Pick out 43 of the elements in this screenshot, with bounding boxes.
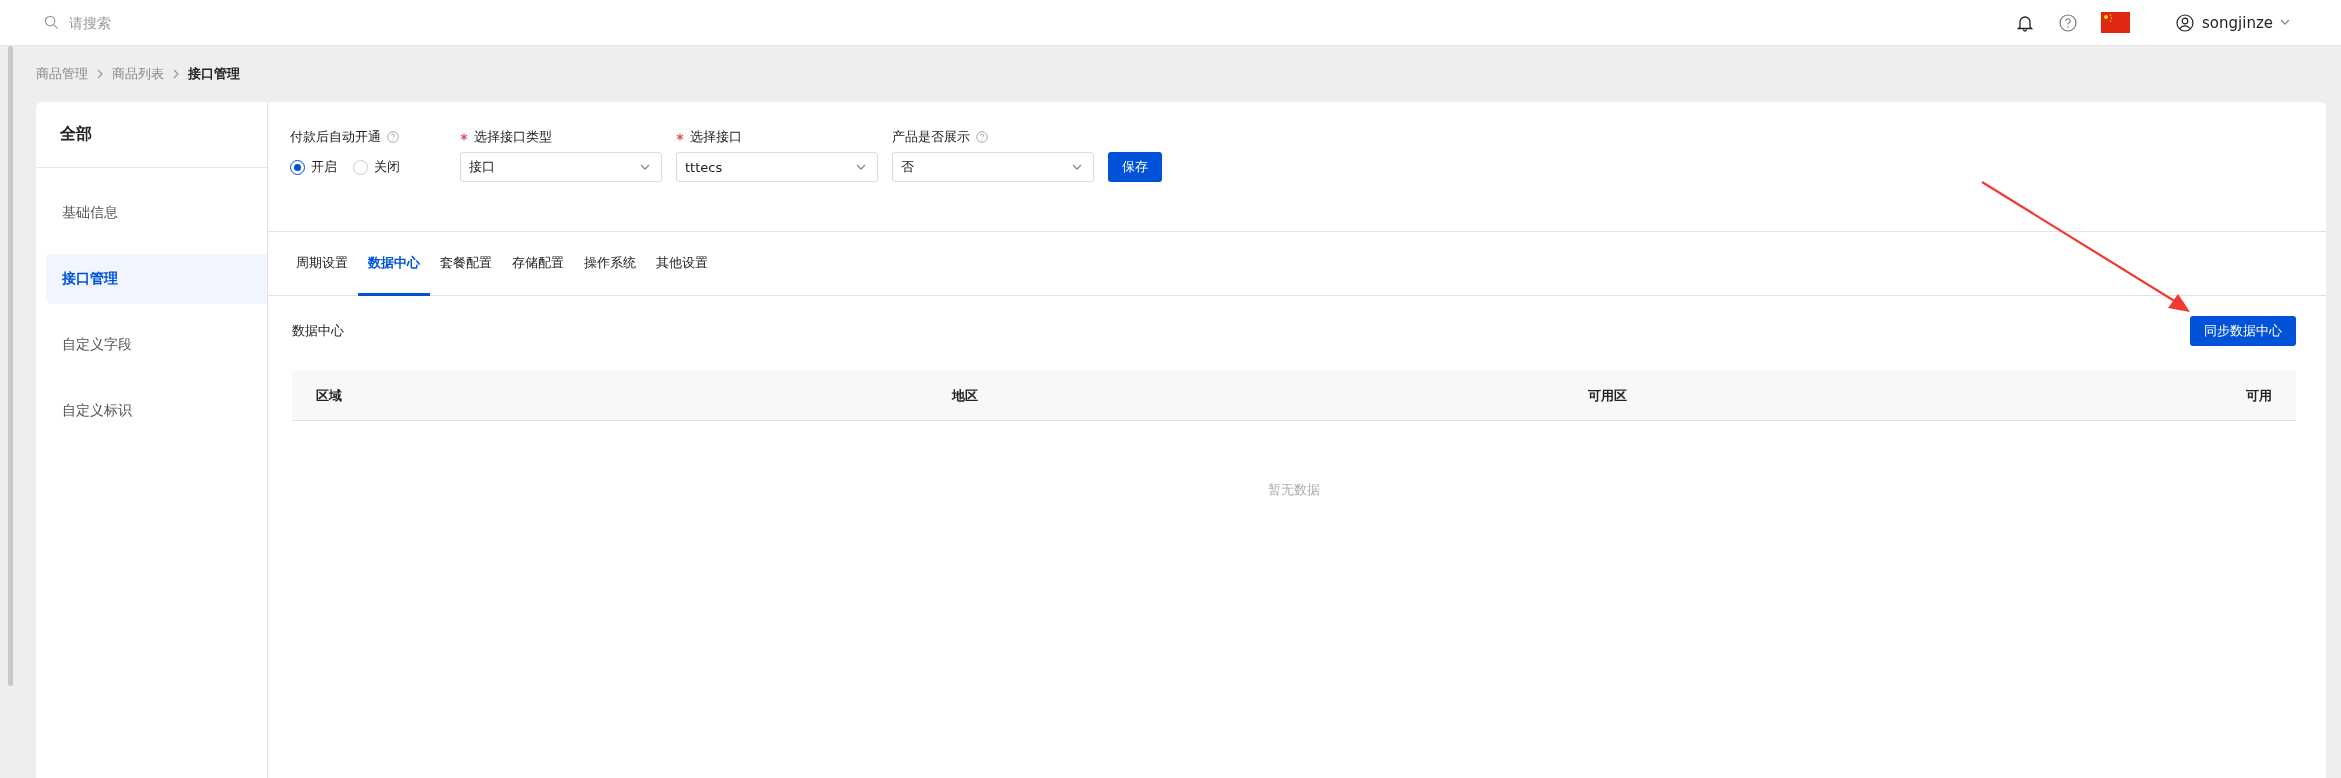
- sync-button[interactable]: 同步数据中心: [2190, 316, 2296, 346]
- required-asterisk-icon: [676, 133, 684, 141]
- search-field[interactable]: 请搜索: [67, 13, 267, 32]
- sidebar-item[interactable]: 接口管理: [46, 254, 267, 304]
- sidebar-item[interactable]: 自定义字段: [46, 320, 267, 370]
- sidebar-item[interactable]: 基础信息: [46, 188, 267, 238]
- field-label: 产品是否展示: [892, 128, 970, 146]
- column-header: 可用区: [1587, 386, 1628, 405]
- select-field[interactable]: 接口: [460, 152, 662, 182]
- tab[interactable]: 操作系统: [574, 232, 646, 296]
- tab[interactable]: 其他设置: [646, 232, 718, 296]
- column-header: 地区: [950, 386, 979, 405]
- flag-icon[interactable]: [2101, 12, 2131, 33]
- column-header: 区域: [315, 386, 343, 405]
- required-asterisk-icon: [460, 133, 468, 141]
- field-label: 选择接口类型: [474, 128, 552, 146]
- section-title: 数据中心: [292, 322, 344, 340]
- save-button[interactable]: 保存: [1108, 152, 1162, 182]
- help-icon[interactable]: [2059, 13, 2078, 32]
- empty-message: 暂无数据: [1268, 482, 1320, 497]
- help-icon: [387, 131, 399, 143]
- sidebar-title: 全部: [36, 102, 267, 168]
- tab[interactable]: 套餐配置: [430, 232, 502, 296]
- tab[interactable]: 周期设置: [286, 232, 358, 296]
- scrollbar[interactable]: [8, 46, 13, 686]
- radio-option[interactable]: 关闭: [353, 158, 400, 176]
- select-field[interactable]: tttecs: [676, 152, 878, 182]
- tab[interactable]: 数据中心: [358, 232, 430, 296]
- help-icon: [976, 131, 988, 143]
- tab[interactable]: 存储配置: [502, 232, 574, 296]
- chevron-right-icon: [172, 69, 180, 79]
- field-label: 选择接口: [690, 128, 742, 146]
- chevron-right-icon: [96, 69, 104, 79]
- sidebar-item[interactable]: 自定义标识: [46, 386, 267, 436]
- user-avatar-icon[interactable]: [2176, 13, 2195, 32]
- select-field[interactable]: 否: [892, 152, 1094, 182]
- notification-bell-icon[interactable]: [2017, 13, 2034, 32]
- breadcrumb-item: 接口管理: [188, 65, 240, 83]
- user-name[interactable]: songjinze: [2202, 13, 2273, 32]
- search-icon: [44, 15, 59, 30]
- field-label: 付款后自动开通: [290, 128, 381, 146]
- column-header: 可用: [2245, 386, 2273, 405]
- radio-option[interactable]: 开启: [290, 158, 337, 176]
